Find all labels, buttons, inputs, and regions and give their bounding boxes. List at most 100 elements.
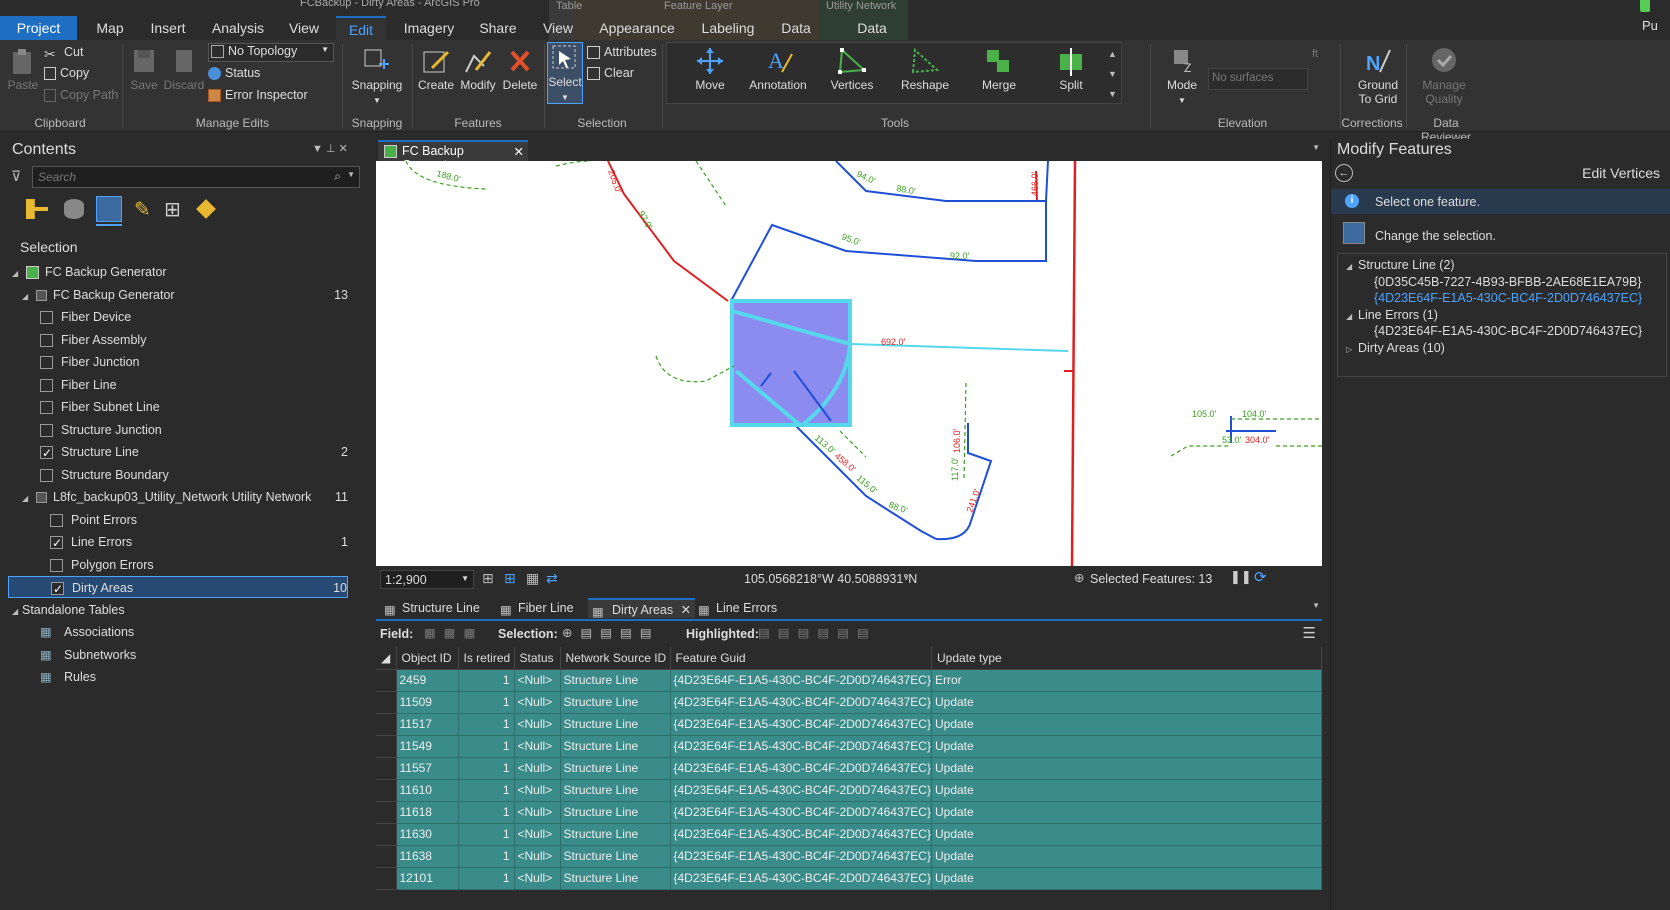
result-group[interactable]: ◢ Line Errors (1) [1346, 308, 1438, 322]
tab-table-view[interactable]: View [540, 16, 576, 40]
annotation-tool[interactable]: A Annotation [740, 46, 816, 92]
tab-structure-line[interactable]: ▦ Structure Line [380, 598, 480, 618]
table-cell[interactable]: Structure Line [560, 713, 671, 736]
table-cell[interactable]: 1 [458, 691, 515, 714]
tab-appearance[interactable]: Appearance [597, 16, 677, 40]
table-cell[interactable]: 1 [458, 867, 515, 890]
change-selection-text[interactable]: Change the selection. [1375, 229, 1496, 243]
table-cell[interactable]: <Null> [514, 823, 561, 846]
table-cell[interactable]: 2459 [396, 669, 459, 692]
table-cell[interactable]: 1 [458, 823, 515, 846]
pause-drawing-icon[interactable]: ⇄ [546, 570, 558, 587]
table-cell[interactable]: 1 [458, 757, 515, 780]
tree-item[interactable]: ▦ Associations [8, 621, 348, 643]
manage-quality-button[interactable]: Manage Quality [1412, 46, 1476, 106]
tree-item[interactable]: ▦ Rules [8, 666, 348, 688]
table-cell[interactable]: 11618 [396, 801, 459, 824]
expand-caret-icon[interactable]: ◢ [12, 263, 22, 285]
layer-checkbox[interactable] [40, 442, 53, 464]
table-cell[interactable]: {4D23E64F-E1A5-430C-BC4F-2D0D746437EC} [670, 735, 932, 758]
snap-to-grid-icon[interactable]: ⊞ [504, 570, 516, 587]
expanded-caret-icon[interactable]: ◢ [1346, 312, 1358, 321]
tree-item[interactable]: ◢ FC Backup Generator 13 [8, 284, 348, 306]
layer-checkbox[interactable] [40, 311, 53, 325]
cut-button[interactable]: ✂ Cut [44, 45, 83, 62]
layer-checkbox[interactable] [51, 578, 64, 600]
chevron-down-icon[interactable]: ▼ [1312, 143, 1320, 152]
table-cell[interactable]: {4D23E64F-E1A5-430C-BC4F-2D0D746437EC} [670, 757, 932, 780]
split-tool[interactable]: Split [1036, 46, 1106, 92]
table-cell[interactable]: 11517 [396, 713, 459, 736]
selection-tools[interactable]: ⊕▤▤▤▤ [562, 625, 660, 640]
layer-checkbox[interactable] [50, 532, 63, 554]
table-cell[interactable]: {4D23E64F-E1A5-430C-BC4F-2D0D746437EC} [670, 779, 932, 802]
table-cell[interactable]: <Null> [514, 713, 561, 736]
layer-checkbox[interactable] [40, 378, 53, 392]
tree-item[interactable]: Fiber Assembly [8, 329, 348, 351]
merge-tool[interactable]: Merge [962, 46, 1036, 92]
column-header[interactable]: Feature Guid [670, 647, 932, 670]
clear-selection-button[interactable]: Clear [587, 66, 634, 81]
table-cell[interactable]: Structure Line [560, 757, 671, 780]
tab-un-data[interactable]: Data [852, 16, 892, 40]
tree-item[interactable]: Structure Junction [8, 419, 348, 441]
tab-dirty-areas[interactable]: ▦ Dirty Areas ✕ [588, 598, 696, 619]
table-cell[interactable]: Update [931, 691, 1323, 714]
map-canvas[interactable]: 188.0' 205.0' 97.0' 94.0' 88.0' 466.0' 95.0' 92… [376, 161, 1322, 566]
close-icon[interactable]: ✕ [514, 144, 524, 159]
tab-feature-data[interactable]: Data [776, 16, 816, 40]
contents-search[interactable]: ⌕ ▼ [32, 166, 360, 188]
table-cell[interactable]: {4D23E64F-E1A5-430C-BC4F-2D0D746437EC} [670, 801, 932, 824]
table-row[interactable]: 11517 1 <Null> Structure Line {4D23E64F-E1A5… [376, 713, 1323, 736]
row-header[interactable] [376, 779, 397, 802]
table-cell[interactable]: 11509 [396, 691, 459, 714]
table-row[interactable]: 11549 1 <Null> Structure Line {4D23E64F-E1A5… [376, 735, 1323, 758]
result-group[interactable]: ▷ Dirty Areas (10) [1346, 341, 1445, 355]
chevron-down-icon[interactable]: ▼ [1312, 601, 1320, 610]
create-button[interactable]: Create [416, 46, 456, 92]
back-arrow-icon[interactable]: ← [1335, 164, 1353, 182]
vertices-tool[interactable]: Vertices [816, 46, 888, 92]
table-cell[interactable]: <Null> [514, 757, 561, 780]
tab-view[interactable]: View [282, 16, 326, 40]
layer-checkbox[interactable] [40, 333, 53, 347]
table-cell[interactable]: Error [931, 669, 1323, 692]
scale-dropdown[interactable]: 1:2,900 ▼ [380, 570, 474, 589]
tree-item[interactable]: Line Errors 1 [8, 531, 348, 554]
signin-label[interactable]: Pu [1642, 18, 1658, 33]
table-cell[interactable]: {4D23E64F-E1A5-430C-BC4F-2D0D746437EC} [670, 691, 932, 714]
layer-checkbox[interactable] [50, 558, 63, 572]
drawing-order-icon[interactable] [26, 199, 48, 219]
refresh-icon[interactable]: ⟳ [1254, 568, 1267, 586]
row-header[interactable] [376, 713, 397, 736]
column-header[interactable]: Network Source ID [560, 647, 671, 670]
snapping-view-icon[interactable]: ⊞ [164, 197, 181, 222]
column-header[interactable]: Is retired [458, 647, 515, 670]
table-row[interactable]: 11630 1 <Null> Structure Line {4D23E64F-E1A5… [376, 823, 1323, 846]
reshape-tool[interactable]: Reshape [888, 46, 962, 92]
tree-item[interactable]: Structure Boundary [8, 464, 348, 486]
tab-insert[interactable]: Insert [143, 16, 193, 40]
table-cell[interactable]: {4D23E64F-E1A5-430C-BC4F-2D0D746437EC} [670, 713, 932, 736]
expanded-caret-icon[interactable]: ◢ [1346, 262, 1358, 271]
ground-to-grid-button[interactable]: N Ground To Grid [1346, 46, 1410, 106]
table-cell[interactable]: Update [931, 867, 1323, 890]
table-cell[interactable]: Structure Line [560, 823, 671, 846]
tab-edit[interactable]: Edit [336, 16, 386, 40]
table-cell[interactable]: 1 [458, 845, 515, 868]
table-cell[interactable]: Update [931, 801, 1323, 824]
table-cell[interactable]: 11610 [396, 779, 459, 802]
table-cell[interactable]: Structure Line [560, 845, 671, 868]
table-cell[interactable]: Structure Line [560, 735, 671, 758]
tab-imagery[interactable]: Imagery [399, 16, 459, 40]
tab-analysis[interactable]: Analysis [208, 16, 268, 40]
table-cell[interactable]: 1 [458, 779, 515, 802]
table-row[interactable]: 11509 1 <Null> Structure Line {4D23E64F-E1A5… [376, 691, 1323, 714]
table-row[interactable]: 11618 1 <Null> Structure Line {4D23E64F-E1A5… [376, 801, 1323, 824]
table-cell[interactable]: Update [931, 845, 1323, 868]
table-row[interactable]: 11638 1 <Null> Structure Line {4D23E64F-E1A5… [376, 845, 1323, 868]
surface-dropdown[interactable]: No surfaces [1208, 68, 1308, 90]
table-row[interactable]: 11610 1 <Null> Structure Line {4D23E64F-E1A5… [376, 779, 1323, 802]
attributes-button[interactable]: Attributes [587, 45, 657, 60]
table-cell[interactable]: {4D23E64F-E1A5-430C-BC4F-2D0D746437EC} [670, 867, 932, 890]
